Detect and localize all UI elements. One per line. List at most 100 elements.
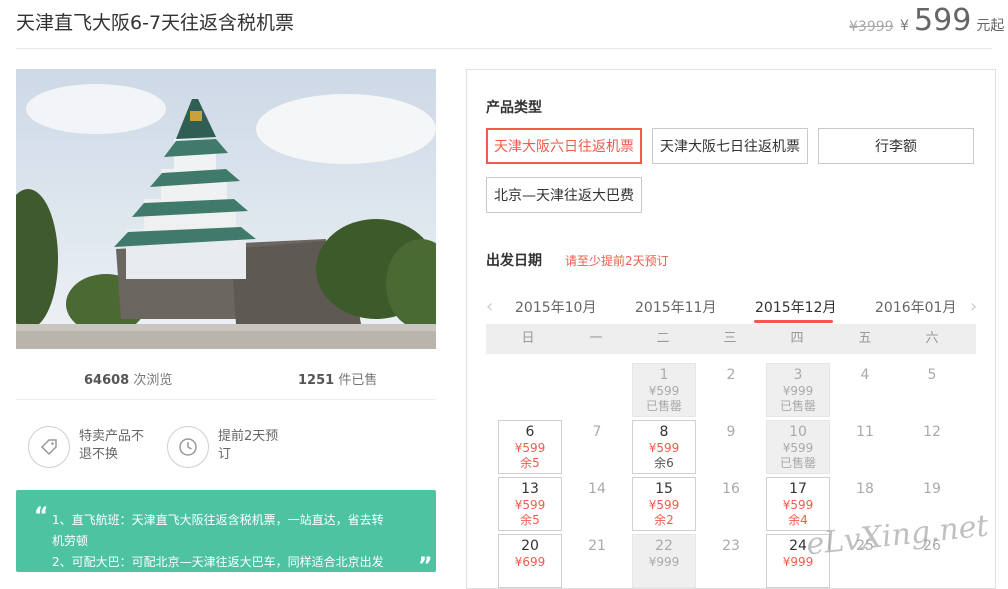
weekday-fri: 五 <box>858 331 872 346</box>
view-count-number: 64608 <box>84 373 130 388</box>
sold-count: 1251 件已售 <box>298 369 377 388</box>
day-number: 12 <box>923 424 941 440</box>
calendar-day-23: 23 <box>699 534 763 588</box>
weekday-sun: 日 <box>521 331 535 346</box>
day-number: 19 <box>923 481 941 497</box>
calendar-day-10: 10 ¥599 已售罄 <box>766 420 830 474</box>
day-number: 2 <box>726 367 736 383</box>
calendar-day-7: 7 <box>565 420 629 474</box>
calendar-day-14: 14 <box>565 477 629 531</box>
sold-count-label: 件已售 <box>338 373 378 388</box>
highlights-box: “ 1、直飞航班：天津直飞大阪往返含税机票，一站直达，省去转机劳顿 2、可配大巴… <box>16 490 436 572</box>
day-price: ¥599 <box>782 498 814 512</box>
day-number: 10 <box>789 424 807 440</box>
departure-date-label: 出发日期 <box>486 253 542 269</box>
tag-icon <box>28 426 70 468</box>
day-number: 20 <box>521 538 539 554</box>
option-beijing-bus[interactable]: 北京—天津往返大巴费 <box>486 177 642 213</box>
weekday-wed: 三 <box>723 331 737 346</box>
month-tab-2015-12[interactable]: 2015年12月 <box>755 297 836 317</box>
calendar-day-11: 11 <box>833 420 897 474</box>
calendar-day-8[interactable]: 8 ¥599 余6 <box>632 420 696 474</box>
day-number: 22 <box>655 538 673 554</box>
day-price: ¥999 <box>648 555 680 569</box>
day-number: 5 <box>927 367 937 383</box>
option-baggage[interactable]: 行李额 <box>818 128 974 164</box>
calendar-day-4: 4 <box>833 363 897 417</box>
weekday-tue: 二 <box>656 331 670 346</box>
booking-notice: 请至少提前2天预订 <box>565 254 669 268</box>
feature-advance-booking <box>167 426 209 468</box>
day-status: 余5 <box>520 513 540 527</box>
view-count-label: 次浏览 <box>133 373 173 388</box>
product-photo <box>16 69 436 349</box>
option-tianjin-osaka-6day[interactable]: 天津大阪六日往返机票 <box>486 128 642 164</box>
calendar-day-15[interactable]: 15 ¥599 余2 <box>632 477 696 531</box>
day-number: 1 <box>659 367 669 383</box>
day-status: 已售罄 <box>779 399 816 413</box>
day-status: 已售罄 <box>779 456 816 470</box>
month-tab-2015-11[interactable]: 2015年11月 <box>635 297 716 317</box>
product-type-label: 产品类型 <box>486 100 542 116</box>
sold-count-number: 1251 <box>298 373 335 388</box>
day-price: ¥599 <box>648 441 680 455</box>
calendar-day-3: 3 ¥999 已售罄 <box>766 363 830 417</box>
day-price: ¥999 <box>782 384 814 398</box>
active-month-indicator <box>754 320 833 323</box>
day-status: 余5 <box>520 456 540 470</box>
day-status: 余2 <box>654 513 674 527</box>
day-price: ¥599 <box>782 441 814 455</box>
stats-divider <box>16 399 436 400</box>
price-value: 599 <box>914 3 972 38</box>
month-tab-2016-01[interactable]: 2016年01月 <box>875 297 956 317</box>
original-price: ¥3999 <box>849 19 894 35</box>
prev-month-icon[interactable]: ‹ <box>486 296 493 317</box>
feature-no-refund-text: 特卖产品不退不换 <box>79 429 145 462</box>
calendar-day-20[interactable]: 20 ¥699 <box>498 534 562 588</box>
calendar-day-16: 16 <box>699 477 763 531</box>
clock-icon <box>167 426 209 468</box>
day-status: 已售罄 <box>645 399 682 413</box>
calendar-day-2: 2 <box>699 363 763 417</box>
day-number: 7 <box>592 424 602 440</box>
day-number: 21 <box>588 538 606 554</box>
price-suffix: 元起 <box>976 18 1005 34</box>
calendar-day-21: 21 <box>565 534 629 588</box>
current-price: ¥ 599 元起 <box>900 3 1004 38</box>
day-number: 9 <box>726 424 736 440</box>
day-number: 11 <box>856 424 874 440</box>
day-number: 13 <box>521 481 539 497</box>
day-price: ¥599 <box>648 384 680 398</box>
day-number: 4 <box>860 367 870 383</box>
page-title: 天津直飞大阪6-7天往返含税机票 <box>16 12 295 34</box>
calendar-day-17[interactable]: 17 ¥599 余4 <box>766 477 830 531</box>
calendar-day-6[interactable]: 6 ¥599 余5 <box>498 420 562 474</box>
calendar-day-1: 1 ¥599 已售罄 <box>632 363 696 417</box>
weekday-sat: 六 <box>925 331 939 346</box>
day-price: ¥599 <box>514 498 546 512</box>
day-number: 8 <box>659 424 669 440</box>
calendar-day-5: 5 <box>900 363 964 417</box>
day-number: 23 <box>722 538 740 554</box>
weekday-mon: 一 <box>589 331 603 346</box>
day-price: ¥599 <box>648 498 680 512</box>
view-count: 64608 次浏览 <box>84 369 172 388</box>
next-month-icon[interactable]: › <box>970 296 977 317</box>
day-number: 14 <box>588 481 606 497</box>
highlights-text: 1、直飞航班：天津直飞大阪往返含税机票，一站直达，省去转机劳顿 2、可配大巴：可… <box>52 513 384 569</box>
header-divider <box>16 48 992 49</box>
feature-advance-booking-text: 提前2天预订 <box>218 429 279 462</box>
day-number: 16 <box>722 481 740 497</box>
month-tab-2015-10[interactable]: 2015年10月 <box>515 297 596 317</box>
day-price: ¥699 <box>514 555 546 569</box>
calendar-day-12: 12 <box>900 420 964 474</box>
day-number: 3 <box>793 367 803 383</box>
calendar-day-13[interactable]: 13 ¥599 余5 <box>498 477 562 531</box>
day-number: 6 <box>525 424 535 440</box>
day-price: ¥599 <box>514 441 546 455</box>
weekday-thu: 四 <box>790 331 804 346</box>
day-status: 余6 <box>654 456 674 470</box>
option-tianjin-osaka-7day[interactable]: 天津大阪七日往返机票 <box>652 128 808 164</box>
day-number: 17 <box>789 481 807 497</box>
currency-symbol: ¥ <box>900 18 909 34</box>
